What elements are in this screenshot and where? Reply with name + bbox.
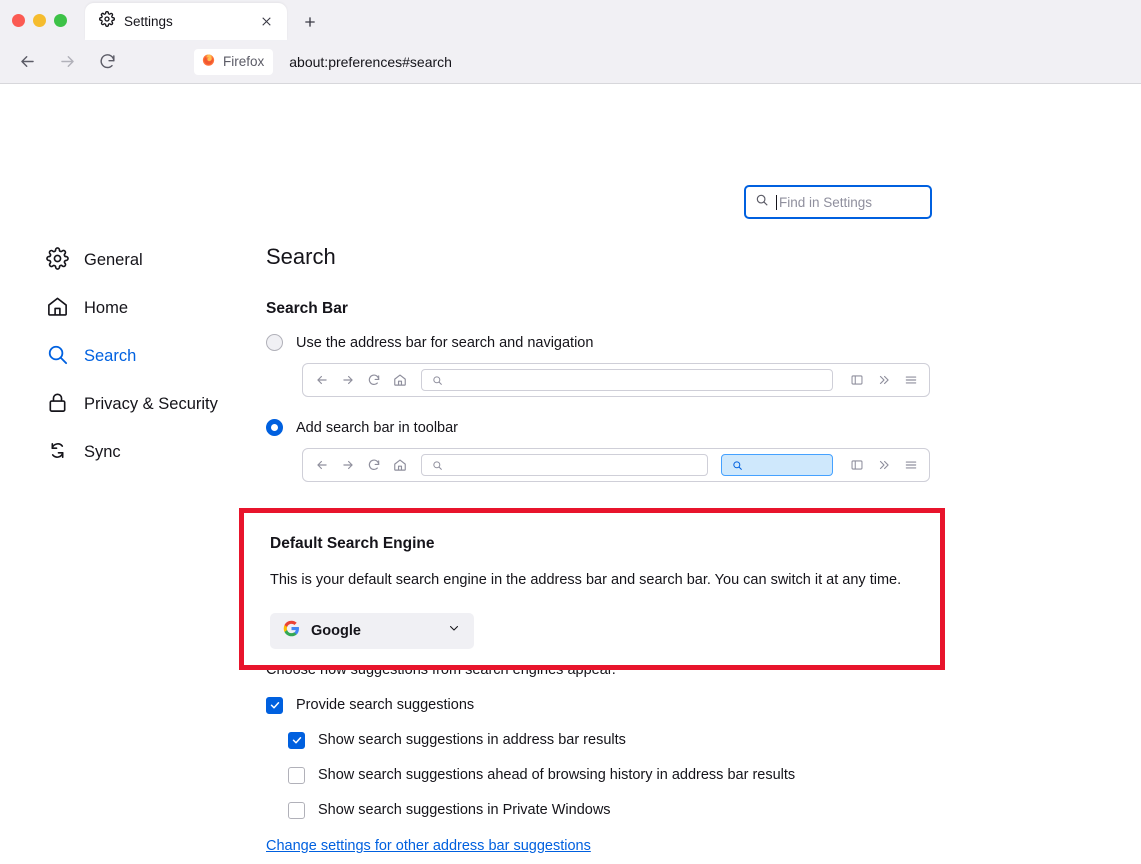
tab-strip: Settings — [0, 0, 1141, 40]
sidebar-item-home[interactable]: Home — [40, 290, 250, 327]
arrow-right-icon — [339, 372, 356, 389]
sidebar-item-search[interactable]: Search — [40, 338, 250, 375]
search-icon — [729, 457, 746, 474]
chevron-double-right-icon — [875, 457, 892, 474]
arrow-left-icon — [313, 457, 330, 474]
preview-toolbar-actions — [848, 372, 919, 389]
radio-label: Add search bar in toolbar — [296, 419, 459, 436]
preview-address-bar — [421, 369, 833, 391]
firefox-logo-icon — [201, 52, 216, 72]
chevron-down-icon — [447, 621, 461, 640]
default-search-engine-dropdown[interactable]: Google — [270, 612, 474, 649]
default-search-engine-highlight: Default Search Engine This is your defau… — [239, 508, 945, 670]
radio-label: Use the address bar for search and navig… — [296, 334, 594, 351]
sidebar-item-label: Home — [84, 299, 129, 317]
tab-settings[interactable]: Settings — [85, 3, 287, 40]
sidebar-item-label: General — [84, 251, 143, 269]
search-input[interactable]: Find in Settings — [744, 185, 932, 219]
sidebar-item-label: Search — [84, 347, 137, 365]
preview-toolbar-actions — [848, 457, 919, 474]
home-icon — [46, 295, 69, 323]
home-icon — [391, 372, 408, 389]
sidebar-panel-icon — [848, 372, 865, 389]
url-text: about:preferences#search — [289, 53, 452, 70]
reload-icon — [365, 457, 382, 474]
search-icon — [46, 343, 69, 371]
search-icon — [755, 193, 769, 212]
lock-icon — [46, 391, 69, 419]
sync-icon — [46, 439, 69, 467]
hamburger-menu-icon — [902, 457, 919, 474]
gear-icon — [99, 11, 115, 32]
close-icon[interactable] — [255, 11, 277, 33]
toolbar-preview-with-search-bar — [302, 448, 930, 482]
checkbox-icon[interactable] — [288, 766, 305, 784]
checkbox-private-windows[interactable]: Show search suggestions in Private Windo… — [288, 801, 966, 819]
sidebar-panel-icon — [848, 457, 865, 474]
chevron-double-right-icon — [875, 372, 892, 389]
arrow-right-icon — [339, 457, 356, 474]
find-in-settings[interactable]: Find in Settings — [744, 185, 932, 219]
home-icon — [391, 457, 408, 474]
hamburger-menu-icon — [902, 372, 919, 389]
window-maximize-button[interactable] — [54, 13, 67, 27]
settings-sidebar: General Home Search Privacy & Security S… — [40, 242, 250, 471]
reload-icon — [365, 372, 382, 389]
arrow-left-icon — [313, 372, 330, 389]
preview-address-bar — [421, 454, 708, 476]
sidebar-item-general[interactable]: General — [40, 242, 250, 279]
identity-chip-label: Firefox — [223, 54, 265, 69]
window-close-button[interactable] — [12, 13, 25, 27]
identity-chip[interactable]: Firefox — [194, 48, 274, 75]
arrow-right-icon[interactable] — [54, 49, 80, 75]
change-address-bar-settings-link[interactable]: Change settings for other address bar su… — [266, 838, 591, 854]
browser-chrome: Settings Firefox about:preferences#searc… — [0, 0, 1141, 84]
checkbox-icon[interactable] — [288, 801, 305, 819]
radio-use-address-bar[interactable]: Use the address bar for search and navig… — [266, 334, 966, 351]
checkbox-label: Show search suggestions ahead of browsin… — [318, 767, 796, 784]
navigation-toolbar: Firefox about:preferences#search — [0, 40, 1141, 84]
sidebar-item-sync[interactable]: Sync — [40, 434, 250, 471]
radio-add-search-bar[interactable]: Add search bar in toolbar — [266, 419, 966, 436]
default-search-engine-value: Google — [311, 622, 361, 639]
sidebar-item-privacy-security[interactable]: Privacy & Security — [40, 386, 250, 423]
new-tab-button[interactable] — [299, 11, 321, 33]
checkbox-icon[interactable] — [266, 696, 283, 714]
preview-search-bar — [721, 454, 833, 476]
page-title: Search — [266, 244, 336, 269]
search-bar-heading: Search Bar — [266, 300, 348, 317]
search-icon — [429, 372, 446, 389]
window-minimize-button[interactable] — [33, 13, 46, 27]
radio-icon[interactable] — [266, 334, 283, 351]
checkbox-show-in-address-bar-results[interactable]: Show search suggestions in address bar r… — [288, 731, 966, 749]
checkbox-provide-search-suggestions[interactable]: Provide search suggestions — [266, 696, 966, 714]
search-input-placeholder: Find in Settings — [776, 194, 872, 210]
sidebar-item-label: Sync — [84, 443, 121, 461]
radio-icon[interactable] — [266, 419, 283, 436]
arrow-left-icon[interactable] — [14, 49, 40, 75]
address-bar[interactable]: Firefox about:preferences#search — [194, 46, 1127, 78]
gear-icon — [46, 246, 69, 275]
default-search-engine-description: This is your default search engine in th… — [270, 572, 902, 588]
default-search-engine-heading: Default Search Engine — [270, 535, 435, 552]
checkbox-label: Show search suggestions in address bar r… — [318, 732, 626, 749]
sidebar-item-label: Privacy & Security — [84, 395, 218, 413]
window-controls — [12, 0, 85, 40]
tab-title: Settings — [124, 14, 173, 29]
reload-icon[interactable] — [94, 49, 120, 75]
checkbox-label: Show search suggestions in Private Windo… — [318, 802, 611, 819]
google-g-icon — [283, 620, 300, 642]
search-icon — [429, 457, 446, 474]
toolbar-preview-address-bar-only — [302, 363, 930, 397]
checkbox-icon[interactable] — [288, 731, 305, 749]
checkbox-label: Provide search suggestions — [296, 697, 475, 714]
checkbox-ahead-of-browsing-history[interactable]: Show search suggestions ahead of browsin… — [288, 766, 966, 784]
settings-page: Find in Settings General Home Search Pri… — [0, 84, 1141, 863]
